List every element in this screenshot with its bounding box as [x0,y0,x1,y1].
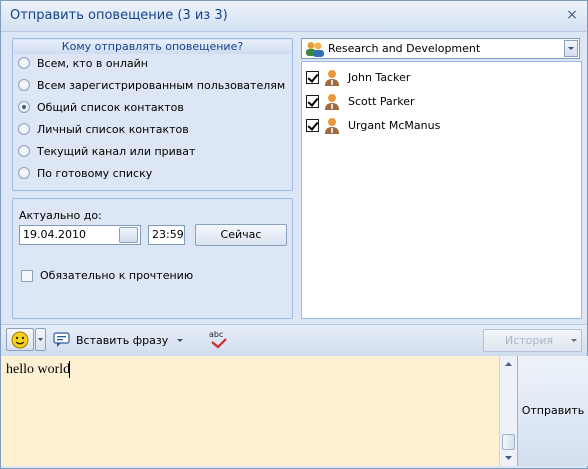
group-select[interactable]: Research and Development [301,38,580,59]
contacts-list: John Tacker Scott Parker Urgant McManus [301,61,582,319]
history-label: История [505,334,554,347]
insert-phrase-label: Вставить фразу [76,333,169,347]
user-icon [325,93,339,110]
radio-button-selected-icon[interactable] [18,101,30,113]
send-button[interactable]: Отправить [517,356,588,466]
mandatory-read-option[interactable]: Обязательно к прочтению [21,269,193,282]
spell-check-icon [211,338,227,349]
history-button[interactable]: История [483,329,582,352]
radio-button-icon[interactable] [18,123,30,135]
insert-phrase-button[interactable]: Вставить фразу [53,330,186,350]
mandatory-read-checkbox[interactable] [21,269,33,282]
radio-label: Всем зарегистрированным пользователям [37,78,286,92]
close-icon[interactable]: × [565,8,579,22]
contact-name: John Tacker [348,70,411,84]
phrase-icon [53,332,70,347]
radio-button-icon[interactable] [18,145,30,157]
emoticon-button[interactable] [6,328,34,351]
chevron-down-icon [571,339,577,342]
radio-option-current-channel[interactable]: Текущий канал или приват [18,142,195,160]
time-input[interactable]: 23:59 [148,225,185,245]
radio-label: Личный список контактов [37,122,189,136]
message-toolbar: Вставить фразу abc История [1,324,587,357]
group-users-icon [306,42,324,57]
list-item[interactable]: Urgant McManus [306,115,440,135]
group-select-value: Research and Development [328,42,481,55]
text-cursor [69,361,70,378]
radio-button-icon[interactable] [18,79,30,91]
radio-label: По готовому списку [37,166,153,180]
recipients-group-title: Кому отправлять оповещение? [14,40,291,54]
chevron-down-icon[interactable] [564,40,578,57]
vertical-scrollbar[interactable] [499,356,517,466]
calendar-dropdown-button[interactable] [119,227,138,243]
list-item[interactable]: John Tacker [306,67,410,87]
radio-label: Всем, кто в онлайн [37,56,148,70]
scroll-up-icon[interactable] [500,358,517,370]
scroll-thumb[interactable] [502,434,515,450]
contact-checkbox[interactable] [306,70,319,84]
recipients-group: Кому отправлять оповещение? Всем, кто в … [12,38,293,191]
radio-option-common-contacts[interactable]: Общий список контактов [18,98,184,116]
scroll-down-icon[interactable] [500,452,517,464]
mandatory-read-label: Обязательно к прочтению [40,269,194,282]
radio-button-icon[interactable] [18,167,30,179]
message-input[interactable]: hello world [1,356,499,466]
contact-name: Urgant McManus [348,118,441,132]
smiley-icon [11,331,29,349]
radio-button-icon[interactable] [18,57,30,69]
radio-option-all-registered[interactable]: Всем зарегистрированным пользователям [18,76,285,94]
radio-label: Общий список контактов [37,100,184,114]
validity-panel: Актуально до: 19.04.2010 23:59 Сейчас Об… [12,198,293,319]
title-bar: Отправить оповещение (3 из 3) × [1,1,587,32]
radio-option-ready-list[interactable]: По готовому списку [18,164,152,182]
chevron-down-icon [177,339,184,342]
user-icon [325,69,339,86]
now-button[interactable]: Сейчас [195,224,287,246]
alert-dialog: Отправить оповещение (3 из 3) × Кому отп… [0,0,588,469]
message-text: hello world [6,362,71,377]
radio-label: Текущий канал или приват [37,144,196,158]
window-title: Отправить оповещение (3 из 3) [10,8,228,23]
emoticon-dropdown-button[interactable] [35,328,46,351]
contact-checkbox[interactable] [306,118,319,132]
radio-option-online[interactable]: Всем, кто в онлайн [18,54,148,72]
valid-until-label: Актуально до: [19,209,102,222]
contact-name: Scott Parker [348,94,415,108]
chevron-down-icon [38,338,43,341]
user-icon [325,117,339,134]
list-item[interactable]: Scott Parker [306,91,415,111]
radio-option-personal-contacts[interactable]: Личный список контактов [18,120,189,138]
contact-checkbox[interactable] [306,94,319,108]
spell-check-button[interactable]: abc [207,329,229,351]
